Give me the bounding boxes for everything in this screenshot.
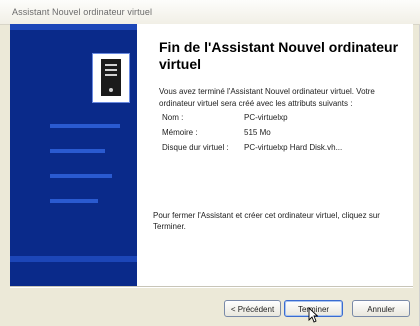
attribute-value: PC-virtuelxp Hard Disk.vh...: [244, 143, 343, 152]
sidebar-decoration: [50, 149, 105, 153]
wizard-sidebar-banner: [10, 24, 137, 286]
sidebar-decoration: [50, 199, 98, 203]
wizard-window: Assistant Nouvel ordinateur virtuel Fin …: [0, 0, 420, 326]
attribute-label: Nom :: [162, 113, 184, 122]
sidebar-band: [10, 24, 137, 30]
previous-button[interactable]: < Précédent: [224, 300, 281, 317]
page-title: Fin de l'Assistant Nouvel ordinateur vir…: [159, 39, 399, 72]
sidebar-decoration: [50, 124, 120, 128]
title-bar: Assistant Nouvel ordinateur virtuel: [0, 0, 420, 25]
button-separator: [10, 286, 413, 288]
sidebar-band: [10, 256, 137, 262]
sidebar-decoration: [50, 174, 112, 178]
mouse-pointer-icon: [308, 307, 318, 323]
finish-instructions: Pour fermer l'Assistant et créer cet ord…: [153, 211, 380, 231]
cancel-button[interactable]: Annuler: [352, 300, 410, 317]
window-title: Assistant Nouvel ordinateur virtuel: [12, 7, 153, 17]
wizard-content: Fin de l'Assistant Nouvel ordinateur vir…: [137, 24, 413, 286]
attribute-value: PC-virtuelxp: [244, 113, 288, 122]
attribute-label: Disque dur virtuel :: [162, 143, 229, 152]
attribute-label: Mémoire :: [162, 128, 198, 137]
computer-tower-icon: [92, 53, 130, 103]
intro-text: Vous avez terminé l'Assistant Nouvel ord…: [159, 87, 375, 108]
attribute-value: 515 Mo: [244, 128, 271, 137]
